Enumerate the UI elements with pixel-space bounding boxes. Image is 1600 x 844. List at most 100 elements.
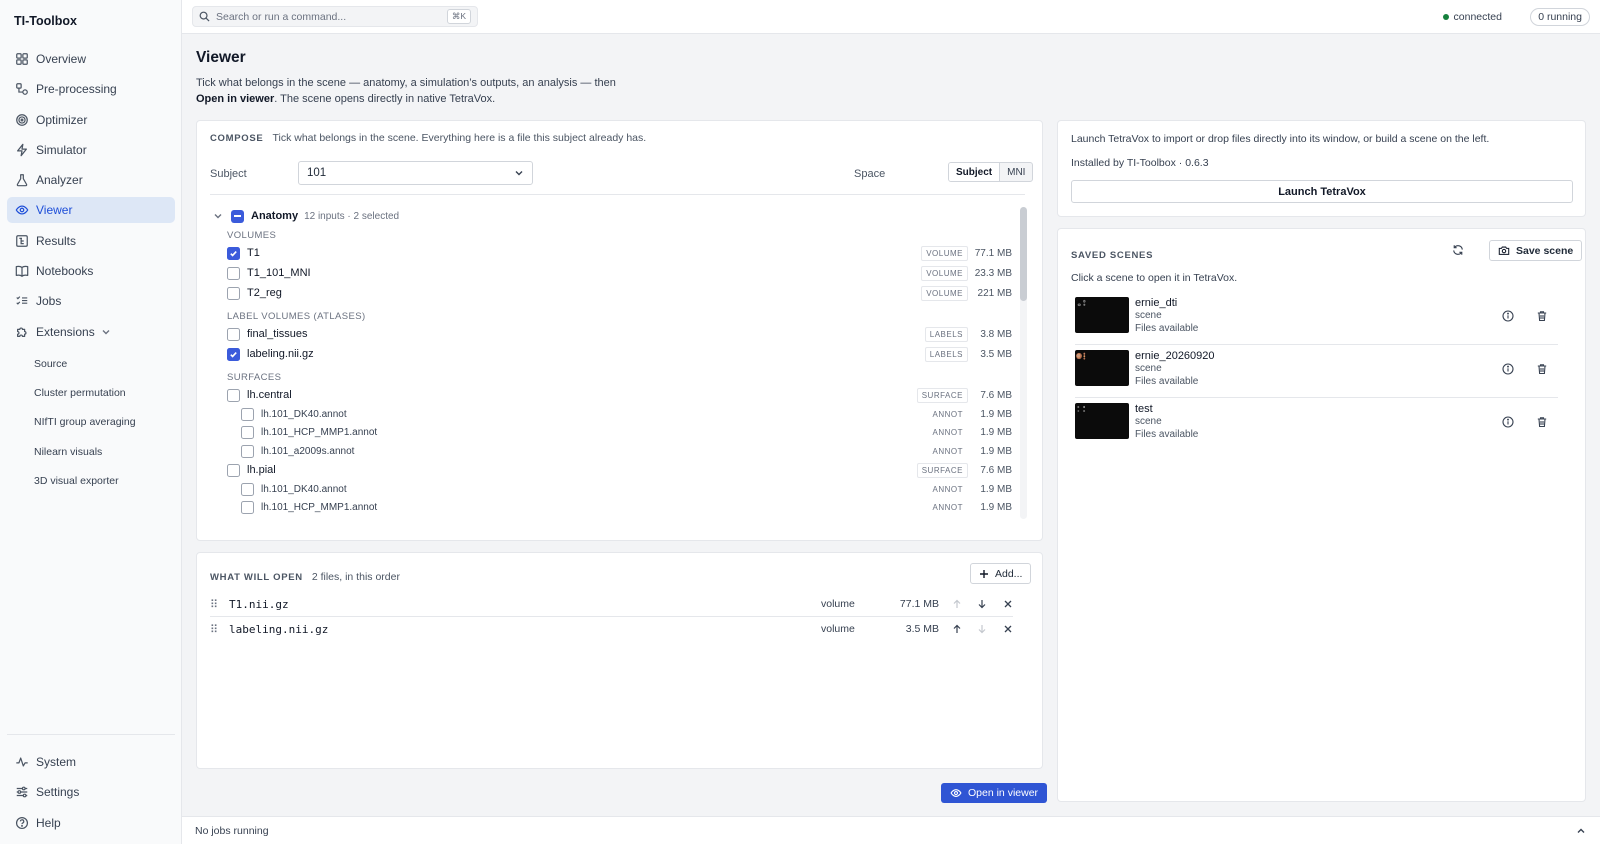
nav-item-pre-processing[interactable]: Pre-processing <box>7 76 175 102</box>
grid-icon <box>16 53 28 65</box>
checkbox[interactable] <box>227 266 240 280</box>
extension-3d-visual-exporter[interactable]: 3D visual exporter <box>7 467 175 496</box>
scene-item-test[interactable]: test scene Files available <box>1075 398 1552 446</box>
nav-item-notebooks[interactable]: Notebooks <box>7 258 175 284</box>
tree-scrollbar[interactable] <box>1020 207 1027 519</box>
scene-name: ernie_dti <box>1135 297 1178 309</box>
extension-nilearn-visuals[interactable]: Nilearn visuals <box>7 437 175 466</box>
nav-item-extensions[interactable]: Extensions <box>7 319 175 345</box>
input-row[interactable]: T2_reg VOLUME 221 MB <box>227 284 1012 302</box>
nav-item-jobs[interactable]: Jobs <box>7 288 175 314</box>
tree-scrollbar-thumb[interactable] <box>1020 207 1027 301</box>
move-down-button[interactable] <box>975 622 989 636</box>
input-row[interactable]: T1_101_MNI VOLUME 23.3 MB <box>227 264 1012 282</box>
checkbox[interactable] <box>241 500 254 514</box>
extension-nifti-group-averaging[interactable]: NIfTI group averaging <box>7 408 175 437</box>
remove-file-button[interactable] <box>1001 622 1015 636</box>
move-up-button[interactable] <box>950 597 964 611</box>
launch-tetravox-button[interactable]: Launch TetraVox <box>1071 180 1573 203</box>
compose-divider <box>210 194 1025 195</box>
move-up-button[interactable] <box>950 622 964 636</box>
scene-info-button[interactable] <box>1501 309 1515 323</box>
nav-item-simulator[interactable]: Simulator <box>7 137 175 163</box>
nav-item-analyzer[interactable]: Analyzer <box>7 167 175 193</box>
move-down-button[interactable] <box>975 597 989 611</box>
sidebar-divider <box>7 734 175 735</box>
checkbox[interactable] <box>241 425 254 439</box>
input-row-child[interactable]: lh.101_HCP_MMP1.annot ANNOT 1.9 MB <box>241 498 1012 516</box>
type-tag: VOLUME <box>921 285 968 301</box>
file-size: 1.9 MB <box>980 426 1012 438</box>
input-row-child[interactable]: lh.101_a2009s.annot ANNOT 1.9 MB <box>241 442 1012 460</box>
input-row-child[interactable]: lh.101_DK40.annot ANNOT 1.9 MB <box>241 405 1012 423</box>
nav-item-label: Jobs <box>36 294 62 309</box>
space-option-subject[interactable]: Subject <box>949 163 1001 181</box>
nav-item-label: Pre-processing <box>36 82 117 97</box>
scene-item-ernie-20260920[interactable]: ernie_20260920 scene Files available <box>1075 345 1552 393</box>
checkbox-checked[interactable] <box>227 347 240 361</box>
chevron-down-icon[interactable] <box>213 211 223 221</box>
open-file-name: T1.nii.gz <box>229 597 289 611</box>
group-checkbox-indeterminate[interactable] <box>231 209 244 223</box>
checkbox[interactable] <box>227 286 240 300</box>
space-option-mni[interactable]: MNI <box>1000 163 1032 181</box>
scene-item-ernie-dti[interactable]: ernie_dti scene Files available <box>1075 292 1552 340</box>
scene-type: scene <box>1135 363 1162 374</box>
checkbox[interactable] <box>227 388 240 402</box>
nav-item-viewer[interactable]: Viewer <box>7 197 175 224</box>
extension-cluster-permutation[interactable]: Cluster permutation <box>7 378 175 407</box>
jobs-status-text: No jobs running <box>195 824 269 837</box>
input-row[interactable]: final_tissues LABELS 3.8 MB <box>227 325 1012 343</box>
input-row-child[interactable]: lh.101_HCP_MMP1.annot ANNOT 1.9 MB <box>241 423 1012 441</box>
running-jobs-badge[interactable]: 0 running <box>1530 8 1590 26</box>
subject-select[interactable]: 101 <box>298 161 533 185</box>
nav-item-settings[interactable]: Settings <box>7 779 175 805</box>
input-row[interactable]: lh.pial SURFACE 7.6 MB <box>227 461 1012 479</box>
info-icon <box>1502 416 1514 428</box>
save-scene-button[interactable]: Save scene <box>1489 240 1583 261</box>
nav-item-results[interactable]: Results <box>7 228 175 254</box>
scene-delete-button[interactable] <box>1535 362 1549 376</box>
bottom-nav: System Settings Help <box>7 749 175 840</box>
section-label-label-volumes: LABEL VOLUMES (ATLASES) <box>227 311 366 322</box>
input-row[interactable]: T1 VOLUME 77.1 MB <box>227 244 1012 262</box>
refresh-scenes-button[interactable] <box>1450 242 1466 258</box>
space-label: Space <box>854 168 886 180</box>
chevron-up-icon[interactable] <box>1576 826 1586 836</box>
file-size: 3.8 MB <box>980 328 1012 340</box>
drag-handle-icon[interactable]: ⠿ <box>210 623 220 636</box>
nav-item-optimizer[interactable]: Optimizer <box>7 107 175 133</box>
nav-item-help[interactable]: Help <box>7 810 175 836</box>
checkbox[interactable] <box>227 327 240 341</box>
group-name: Anatomy <box>251 210 299 222</box>
add-file-button[interactable]: Add... <box>970 563 1032 584</box>
checkbox[interactable] <box>227 463 240 477</box>
app-title: TI-Toolbox <box>14 14 77 28</box>
remove-file-button[interactable] <box>1001 597 1015 611</box>
scene-info-button[interactable] <box>1501 415 1515 429</box>
checkbox[interactable] <box>241 407 254 421</box>
file-size: 77.1 MB <box>974 247 1012 259</box>
extension-source[interactable]: Source <box>7 349 175 378</box>
scene-delete-button[interactable] <box>1535 309 1549 323</box>
nav-item-label: Settings <box>36 785 80 800</box>
nav-item-system[interactable]: System <box>7 749 175 775</box>
nav-item-label: Notebooks <box>36 264 94 279</box>
checkbox-checked[interactable] <box>227 246 240 260</box>
input-name: lh.101_a2009s.annot <box>261 445 355 457</box>
input-row[interactable]: labeling.nii.gz LABELS 3.5 MB <box>227 345 1012 363</box>
checklist-icon <box>16 296 28 306</box>
scene-delete-button[interactable] <box>1535 415 1549 429</box>
input-row-child[interactable]: lh.101_DK40.annot ANNOT 1.9 MB <box>241 480 1012 498</box>
input-row[interactable]: lh.central SURFACE 7.6 MB <box>227 386 1012 404</box>
scene-info-button[interactable] <box>1501 362 1515 376</box>
checkbox[interactable] <box>241 482 254 496</box>
command-search[interactable]: Search or run a command... ⌘K <box>192 6 478 27</box>
info-icon <box>1502 363 1514 375</box>
saved-scenes-description: Click a scene to open it in TetraVox. <box>1071 272 1238 284</box>
open-in-viewer-button[interactable]: Open in viewer <box>941 783 1048 803</box>
nav-item-overview[interactable]: Overview <box>7 46 175 72</box>
checkbox[interactable] <box>241 444 254 458</box>
drag-handle-icon[interactable]: ⠿ <box>210 598 220 611</box>
refresh-icon <box>1453 245 1463 255</box>
